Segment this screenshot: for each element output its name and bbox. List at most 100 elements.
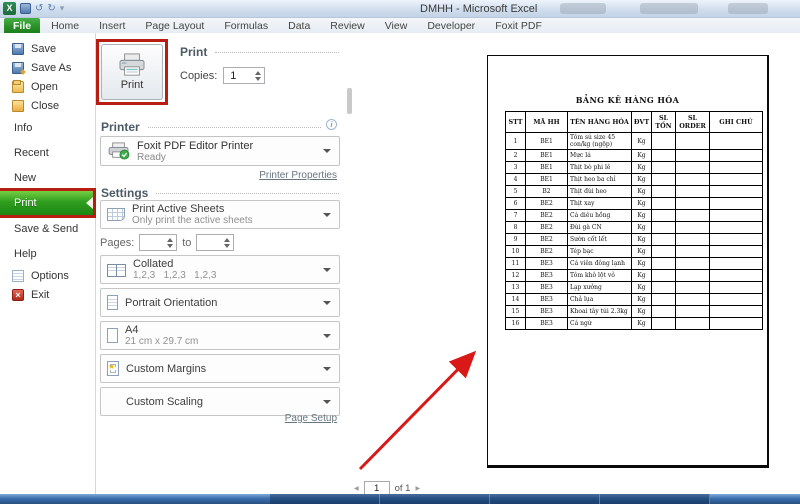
taskbar-button[interactable] — [270, 494, 380, 504]
cell-stt: 15 — [505, 305, 526, 319]
pages-to-stepper[interactable] — [196, 234, 235, 251]
margins-dropdown[interactable]: Custom Margins — [100, 354, 340, 383]
cell-ten-hang-hoa: Tôm khô lột vỏ — [567, 269, 632, 283]
table-row: 11 BE3 Cá viên đông lạnh Kg — [505, 257, 763, 271]
cell-dvt: Kg — [631, 221, 652, 235]
cell-sl-ton — [651, 257, 676, 271]
table-row: 14 BE3 Chả lụa Kg — [505, 293, 763, 307]
tab-file[interactable]: File — [4, 18, 41, 33]
taskbar-button[interactable] — [600, 494, 710, 504]
tab-insert[interactable]: Insert — [90, 18, 134, 33]
tab-page-layout[interactable]: Page Layout — [136, 18, 213, 33]
excel-logo-icon[interactable]: X — [3, 2, 16, 15]
scrollbar-thumb[interactable] — [347, 88, 352, 114]
preview-page-navigation: ◀ 1 of 1 ▶ — [354, 481, 420, 495]
collation-dropdown[interactable]: Collated 1,2,3 1,2,3 1,2,3 — [100, 255, 340, 284]
scaling-dropdown[interactable]: Custom Scaling — [100, 387, 340, 416]
table-row: 9 BE2 Sườn cốt lết Kg — [505, 233, 763, 247]
tab-home[interactable]: Home — [42, 18, 88, 33]
cell-ma-hh: BE3 — [525, 317, 568, 331]
cell-sl-order — [675, 293, 710, 307]
page-setup-link[interactable]: Page Setup — [285, 413, 337, 424]
spinner-arrows-icon[interactable] — [255, 70, 262, 81]
next-page-icon[interactable]: ▶ — [415, 485, 420, 492]
cell-ghi-chu — [709, 305, 763, 319]
sidebar-item-save-and-send[interactable]: Save & Send — [0, 216, 95, 241]
selected-item-arrow — [86, 197, 93, 209]
sidebar-item-help[interactable]: Help — [0, 241, 95, 266]
print-what-dropdown[interactable]: Print Active Sheets Only print the activ… — [100, 200, 340, 229]
page-count-label: of 1 — [394, 482, 411, 494]
cell-dvt: Kg — [631, 197, 652, 211]
sidebar-item-exit[interactable]: Exit — [0, 285, 95, 304]
sidebar-item-info[interactable]: Info — [0, 115, 95, 140]
spinner-arrows-icon[interactable] — [224, 237, 231, 248]
cell-ma-hh: BE2 — [525, 245, 568, 259]
windows-taskbar[interactable] — [0, 494, 800, 504]
tab-review[interactable]: Review — [321, 18, 373, 33]
chevron-down-icon — [323, 333, 331, 338]
print-button-label: Print — [120, 79, 144, 91]
cell-ma-hh: BE1 — [525, 161, 568, 175]
print-button[interactable]: Print — [101, 44, 163, 100]
print-settings-panel: Print Print Copies: 1 Printer i Foxit PD… — [96, 33, 345, 494]
cell-sl-order — [675, 269, 710, 283]
table-row: 12 BE3 Tôm khô lột vỏ Kg — [505, 269, 763, 283]
cell-stt: 13 — [505, 281, 526, 295]
sidebar-item-open[interactable]: Open — [0, 77, 95, 96]
printer-info-icon[interactable]: i — [326, 119, 337, 130]
print-what-subtitle: Only print the active sheets — [132, 215, 253, 226]
sidebar-item-print[interactable]: Print — [0, 188, 96, 218]
cell-dvt: Kg — [631, 233, 652, 247]
cell-ma-hh: BE1 — [525, 131, 568, 151]
cell-ghi-chu — [709, 161, 763, 175]
sidebar-item-close[interactable]: Close — [0, 96, 95, 115]
qat-customize-icon[interactable]: ▾ — [60, 3, 65, 14]
cell-ghi-chu — [709, 233, 763, 247]
cell-sl-order — [675, 305, 710, 319]
table-row: 5 B2 Thịt đùi heo Kg — [505, 185, 763, 199]
cell-ma-hh: BE2 — [525, 197, 568, 211]
tab-formulas[interactable]: Formulas — [215, 18, 277, 33]
undo-icon[interactable]: ↺ — [35, 3, 43, 14]
copies-stepper[interactable]: 1 — [223, 67, 266, 84]
close-folder-icon — [12, 99, 24, 112]
orientation-dropdown[interactable]: Portrait Orientation — [100, 288, 340, 317]
sidebar-item-new[interactable]: New — [0, 165, 95, 190]
spinner-arrows-icon[interactable] — [167, 237, 174, 248]
taskbar-button[interactable] — [490, 494, 600, 504]
cell-sl-ton — [651, 185, 676, 199]
save-as-icon — [12, 61, 24, 74]
tab-data[interactable]: Data — [279, 18, 319, 33]
cell-sl-ton — [651, 305, 676, 319]
sidebar-item-options[interactable]: Options — [0, 266, 95, 285]
chevron-down-icon — [323, 300, 331, 305]
cell-sl-order — [675, 281, 710, 295]
cell-sl-ton — [651, 209, 676, 223]
portrait-icon — [107, 295, 118, 310]
quick-save-icon[interactable] — [20, 3, 31, 14]
pages-from-stepper[interactable] — [139, 234, 178, 251]
cell-stt: 3 — [505, 161, 526, 175]
sidebar-item-save[interactable]: Save — [0, 39, 95, 58]
sidebar-item-recent[interactable]: Recent — [0, 140, 95, 165]
print-heading: Print — [180, 45, 339, 59]
cell-sl-order — [675, 197, 710, 211]
cell-ten-hang-hoa: Đùi gà CN — [567, 221, 632, 235]
tab-foxit-pdf[interactable]: Foxit PDF — [486, 18, 551, 33]
taskbar-button[interactable] — [380, 494, 490, 504]
copies-value: 1 — [230, 69, 237, 82]
tab-view[interactable]: View — [376, 18, 417, 33]
previous-page-icon[interactable]: ◀ — [354, 485, 359, 492]
cell-dvt: Kg — [631, 305, 652, 319]
tab-developer[interactable]: Developer — [418, 18, 484, 33]
cell-ghi-chu — [709, 245, 763, 259]
printer-select[interactable]: Foxit PDF Editor Printer Ready — [100, 136, 340, 166]
current-page-input[interactable]: 1 — [363, 481, 390, 495]
sidebar-item-save-as[interactable]: Save As — [0, 58, 95, 77]
redo-icon[interactable]: ↻ — [47, 3, 55, 14]
cell-ma-hh: BE2 — [525, 233, 568, 247]
printer-properties-link[interactable]: Printer Properties — [259, 170, 337, 181]
cell-dvt: Kg — [631, 317, 652, 331]
paper-size-dropdown[interactable]: A4 21 cm x 29.7 cm — [100, 321, 340, 350]
